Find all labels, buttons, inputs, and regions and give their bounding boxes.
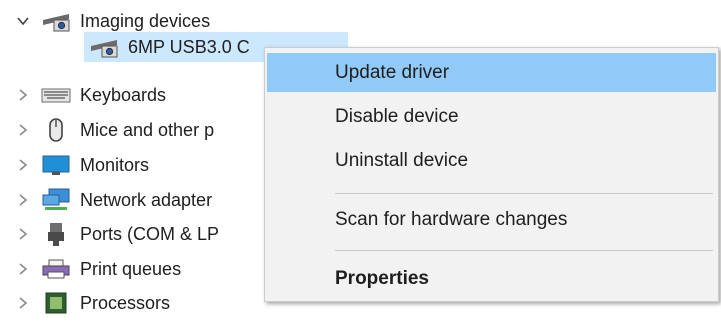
tree-item-label: Ports (COM & LP [80, 223, 220, 244]
chevron-right-icon[interactable] [12, 223, 34, 245]
menu-item-label: Properties [335, 267, 429, 289]
chevron-right-icon[interactable] [12, 292, 34, 314]
keyboard-icon [40, 83, 72, 107]
menu-separator [335, 250, 713, 251]
port-icon [40, 222, 72, 246]
tree-item-label: Network adapter [80, 189, 213, 210]
tree-item-monitors[interactable]: Monitors [12, 150, 149, 180]
mouse-icon [40, 118, 72, 142]
camera-icon [88, 35, 120, 59]
device-manager-screen: Imaging devices 6MP USB3.0 C Keyboards M… [0, 0, 721, 324]
tree-item-keyboards[interactable]: Keyboards [12, 80, 166, 110]
menu-item-label: Uninstall device [335, 149, 469, 171]
menu-item-label: Disable device [335, 105, 459, 127]
chevron-right-icon[interactable] [12, 189, 34, 211]
chevron-down-icon[interactable] [12, 10, 34, 32]
chevron-right-icon[interactable] [12, 119, 34, 141]
chevron-right-icon[interactable] [12, 84, 34, 106]
menu-item-uninstall-device[interactable]: Uninstall device [267, 141, 716, 180]
chevron-right-icon[interactable] [12, 154, 34, 176]
menu-item-properties[interactable]: Properties [267, 259, 716, 298]
tree-item-network-adapters[interactable]: Network adapter [12, 185, 212, 215]
tree-item-label: Mice and other p [80, 119, 215, 140]
tree-item-label: Imaging devices [80, 10, 211, 31]
processor-icon [40, 291, 72, 315]
chevron-right-icon[interactable] [12, 258, 34, 280]
menu-item-label: Update driver [335, 61, 450, 83]
monitor-icon [40, 153, 72, 177]
tree-item-label: Processors [80, 292, 171, 313]
menu-separator [335, 193, 713, 194]
tree-item-label: 6MP USB3.0 C [128, 36, 250, 57]
tree-item-label: Monitors [80, 154, 150, 175]
menu-item-disable-device[interactable]: Disable device [267, 97, 716, 136]
menu-item-label: Scan for hardware changes [335, 208, 568, 230]
tree-item-mice[interactable]: Mice and other p [12, 115, 214, 145]
context-menu: Update driver Disable device Uninstall d… [264, 47, 719, 302]
tree-item-ports[interactable]: Ports (COM & LP [12, 219, 219, 249]
network-icon [40, 188, 72, 212]
printer-icon [40, 257, 72, 281]
menu-item-scan-hardware[interactable]: Scan for hardware changes [267, 200, 716, 239]
camera-icon [40, 9, 72, 33]
tree-item-processors[interactable]: Processors [12, 288, 170, 318]
tree-item-label: Keyboards [80, 84, 167, 105]
tree-item-label: Print queues [80, 258, 182, 279]
menu-item-update-driver[interactable]: Update driver [267, 53, 716, 92]
tree-item-print-queues[interactable]: Print queues [12, 254, 181, 284]
